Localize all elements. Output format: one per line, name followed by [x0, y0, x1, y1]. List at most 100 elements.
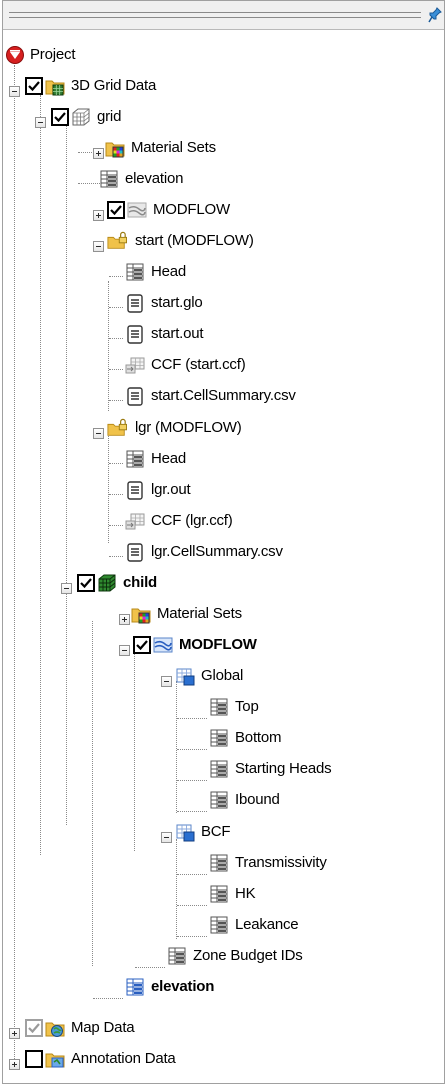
check-mark-icon — [136, 640, 148, 651]
tree-item-global[interactable]: Global — [3, 666, 444, 694]
tree-item-label: lgr.out — [151, 481, 191, 498]
tree-item-hk[interactable]: HK — [3, 884, 444, 912]
tree-item-file[interactable]: start.out — [3, 324, 444, 352]
tree-item-elevation-active[interactable]: elevation — [3, 977, 444, 1005]
grid-folder-icon — [45, 80, 65, 96]
tree-item-label: lgr (MODFLOW) — [135, 419, 242, 436]
dataset-icon — [126, 263, 144, 281]
collapse-toggle[interactable] — [9, 86, 20, 97]
pin-icon[interactable] — [428, 7, 442, 23]
tree-item-label: elevation — [125, 170, 184, 187]
ccf-icon — [125, 513, 145, 530]
panel-title-bar[interactable] — [3, 1, 444, 30]
tree-item-label: Bottom — [235, 729, 282, 746]
tree-item-head[interactable]: Head — [3, 262, 444, 290]
collapse-toggle[interactable] — [161, 676, 172, 687]
tree-item-bcf[interactable]: BCF — [3, 822, 444, 850]
dataset-icon — [210, 698, 228, 716]
tree-item-start-solution[interactable]: start (MODFLOW) — [3, 231, 444, 259]
tree-item-label: HK — [235, 885, 256, 902]
dataset-icon — [210, 885, 228, 903]
tree-item-label: Head — [151, 263, 187, 280]
tree-item-label: CCF (lgr.ccf) — [151, 512, 233, 529]
visibility-checkbox[interactable] — [25, 1019, 43, 1037]
check-mark-icon — [28, 1023, 40, 1034]
dataset-icon — [210, 916, 228, 934]
locked-folder-icon — [107, 418, 127, 436]
tree-item-grid[interactable]: grid — [3, 107, 444, 135]
modflow-icon — [127, 202, 147, 218]
tree-item-label: Ibound — [235, 791, 280, 808]
tree-item-lgr-solution[interactable]: lgr (MODFLOW) — [3, 418, 444, 446]
visibility-checkbox[interactable] — [25, 1050, 43, 1068]
tree-item-label: Head — [151, 450, 187, 467]
dataset-icon — [100, 170, 118, 188]
expand-toggle[interactable] — [119, 614, 130, 625]
tree-item-label: 3D Grid Data — [71, 77, 157, 94]
tree-item-child[interactable]: child — [3, 573, 444, 601]
tree-item-ccf[interactable]: CCF (start.ccf) — [3, 355, 444, 383]
tree-item-file[interactable]: lgr.out — [3, 480, 444, 508]
check-mark-icon — [80, 578, 92, 589]
visibility-checkbox[interactable] — [77, 574, 95, 592]
tree-item-head[interactable]: Head — [3, 449, 444, 477]
collapse-toggle[interactable] — [161, 832, 172, 843]
project-icon — [6, 46, 24, 64]
dataset-icon — [168, 947, 186, 965]
package-icon — [176, 668, 195, 686]
text-file-icon — [127, 294, 143, 313]
collapse-toggle[interactable] — [93, 428, 104, 439]
visibility-checkbox[interactable] — [25, 77, 43, 95]
tree-item-file[interactable]: start.CellSummary.csv — [3, 386, 444, 414]
dataset-icon — [126, 450, 144, 468]
collapse-toggle[interactable] — [93, 241, 104, 252]
expand-toggle[interactable] — [9, 1059, 20, 1070]
check-mark-icon — [28, 81, 40, 92]
expand-toggle[interactable] — [93, 148, 104, 159]
grip-line — [9, 12, 421, 13]
tree-item-material-sets[interactable]: Material Sets — [3, 138, 444, 166]
collapse-toggle[interactable] — [119, 645, 130, 656]
package-icon — [176, 824, 195, 842]
tree-item-ccf[interactable]: CCF (lgr.ccf) — [3, 511, 444, 539]
visibility-checkbox[interactable] — [51, 108, 69, 126]
tree-item-label: Zone Budget IDs — [193, 947, 303, 964]
expand-toggle[interactable] — [93, 210, 104, 221]
tree-item-label: Top — [235, 698, 259, 715]
visibility-checkbox[interactable] — [133, 636, 151, 654]
text-file-icon — [127, 481, 143, 500]
tree-item-transmissivity[interactable]: Transmissivity — [3, 853, 444, 881]
tree-item-modflow[interactable]: MODFLOW — [3, 635, 444, 663]
tree-item-label: MODFLOW — [153, 201, 230, 218]
expand-toggle[interactable] — [9, 1028, 20, 1039]
tree-item-top[interactable]: Top — [3, 697, 444, 725]
visibility-checkbox[interactable] — [107, 201, 125, 219]
text-file-icon — [127, 543, 143, 562]
tree-item-label: elevation — [151, 978, 215, 995]
tree-item-project[interactable]: Project — [3, 45, 444, 73]
locked-folder-icon — [107, 231, 127, 249]
tree-item-ibound[interactable]: Ibound — [3, 790, 444, 818]
tree-item-file[interactable]: start.glo — [3, 293, 444, 321]
tree-item-zone-budget-ids[interactable]: Zone Budget IDs — [3, 946, 444, 974]
tree-item-annotation-data[interactable]: Annotation Data — [3, 1049, 444, 1077]
tree-item-label: Material Sets — [157, 605, 242, 622]
grip-line — [9, 17, 421, 18]
tree-item-leakance[interactable]: Leakance — [3, 915, 444, 943]
grid-icon — [72, 108, 90, 126]
collapse-toggle[interactable] — [35, 117, 46, 128]
tree-item-bottom[interactable]: Bottom — [3, 728, 444, 756]
tree-item-label: Starting Heads — [235, 760, 332, 777]
collapse-toggle[interactable] — [61, 583, 72, 594]
dataset-icon — [210, 760, 228, 778]
tree-item-label: BCF — [201, 823, 231, 840]
tree-item-elevation[interactable]: elevation — [3, 169, 444, 197]
tree-item-material-sets[interactable]: Material Sets — [3, 604, 444, 632]
tree-item-label: start.out — [151, 325, 204, 342]
tree-item-modflow[interactable]: MODFLOW — [3, 200, 444, 228]
tree-item-file[interactable]: lgr.CellSummary.csv — [3, 542, 444, 570]
tree-item-starting-heads[interactable]: Starting Heads — [3, 759, 444, 787]
tree-item-label: Annotation Data — [71, 1050, 176, 1067]
tree-item-3d-grid-data[interactable]: 3D Grid Data — [3, 76, 444, 104]
tree-item-map-data[interactable]: Map Data — [3, 1018, 444, 1046]
